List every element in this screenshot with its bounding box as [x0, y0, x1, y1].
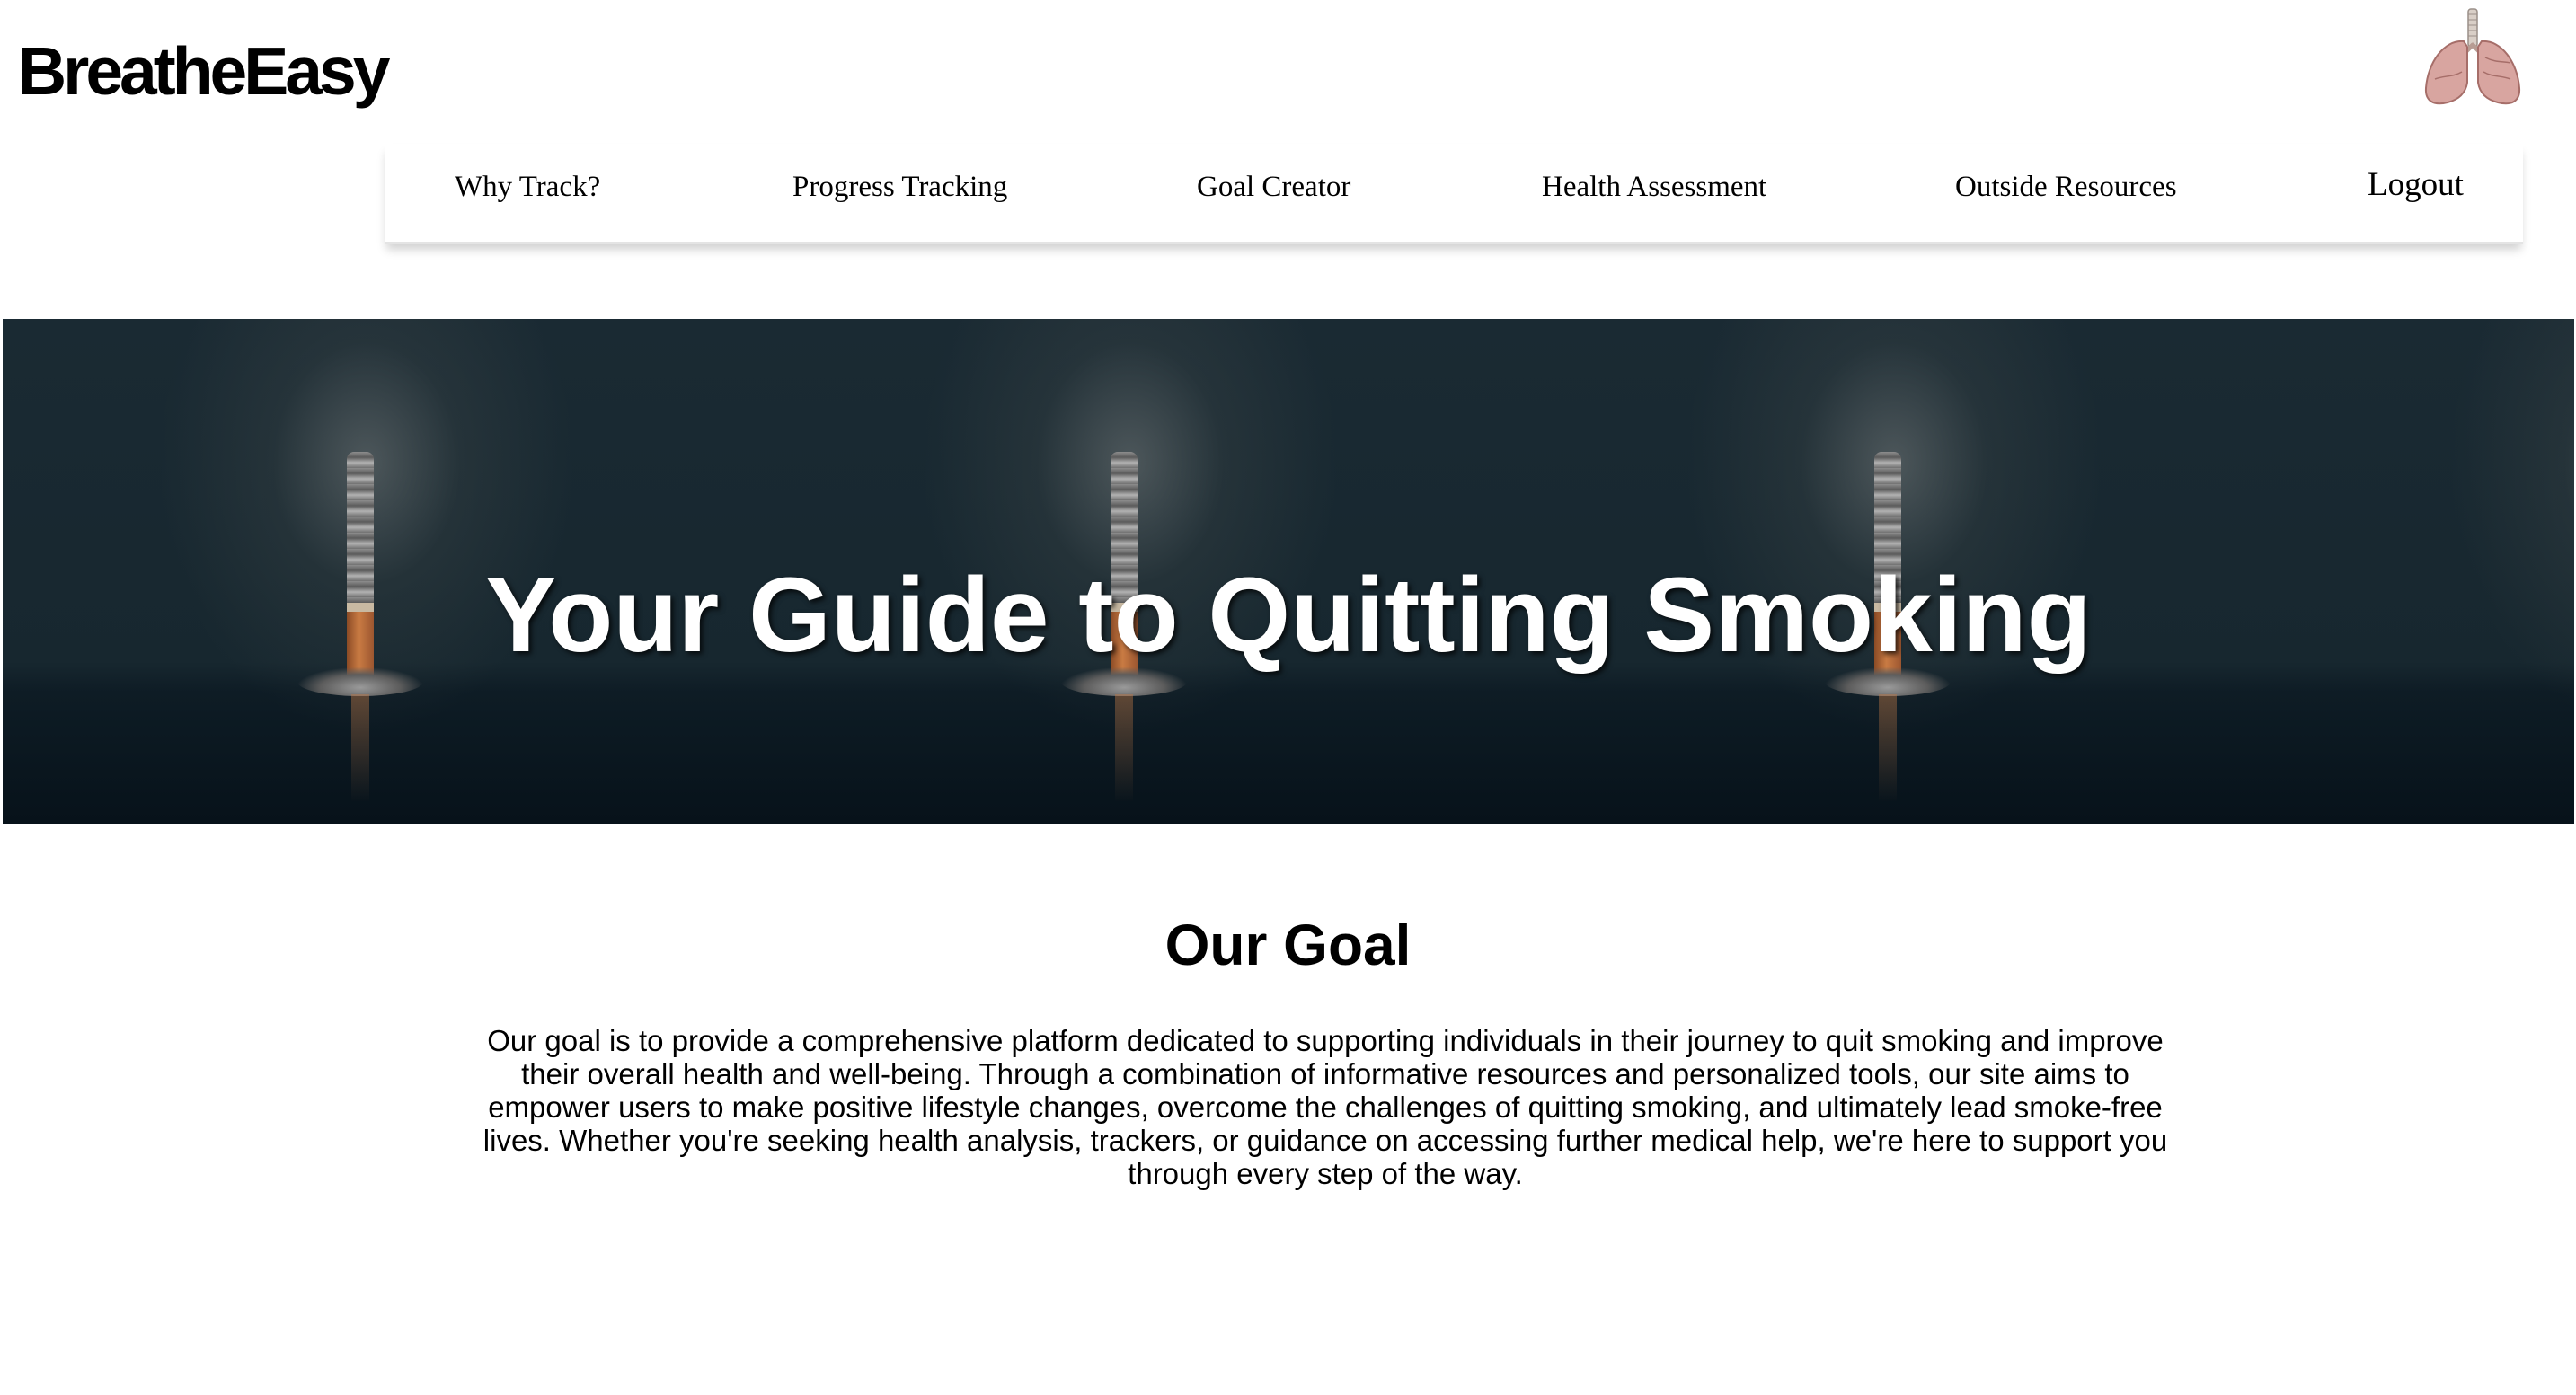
goal-description: Our goal is to provide a comprehensive p…	[482, 1024, 2168, 1190]
hero-banner: Your Guide to Quitting Smoking	[3, 319, 2574, 824]
nav-item-health-assessment[interactable]: Health Assessment	[1542, 169, 1766, 205]
main-nav: Why Track? Progress Tracking Goal Creato…	[385, 144, 2523, 244]
goal-heading: Our Goal	[1164, 913, 1412, 977]
hero-title: Your Guide to Quitting Smoking	[485, 556, 2092, 675]
nav-item-goal-creator[interactable]: Goal Creator	[1197, 169, 1350, 205]
logout-link[interactable]: Logout	[2368, 167, 2464, 203]
brand-logo-text[interactable]: BreatheEasy	[18, 31, 390, 111]
lungs-icon[interactable]	[2417, 7, 2528, 110]
nav-item-progress-tracking[interactable]: Progress Tracking	[792, 169, 1007, 205]
nav-item-why-track[interactable]: Why Track?	[455, 169, 600, 205]
nav-item-outside-resources[interactable]: Outside Resources	[1955, 169, 2177, 205]
